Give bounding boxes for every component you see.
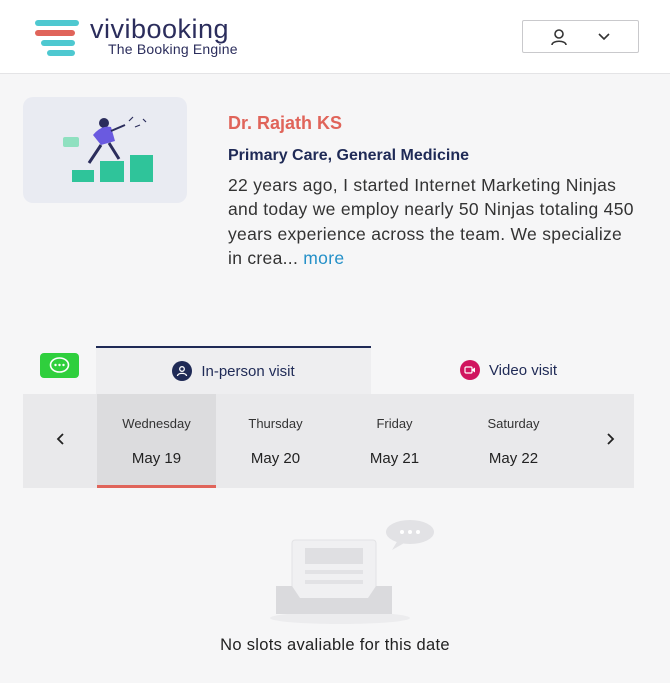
doctor-bio-text: 22 years ago, I started Internet Marketi… <box>228 175 634 269</box>
date-option[interactable]: Friday May 21 <box>335 394 454 488</box>
date-label: May 22 <box>488 450 539 467</box>
tab-in-person-visit[interactable]: In-person visit <box>96 346 371 394</box>
chevron-right-icon <box>607 433 615 445</box>
user-menu-button[interactable] <box>522 20 639 53</box>
date-option[interactable]: Saturday May 22 <box>454 394 573 488</box>
next-dates-button[interactable] <box>596 424 624 454</box>
date-label: May 20 <box>250 450 301 467</box>
empty-inbox-icon <box>260 518 440 628</box>
tab-in-person-label: In-person visit <box>201 362 295 380</box>
date-label: May 19 <box>131 450 182 467</box>
doctor-specialty: Primary Care, General Medicine <box>228 147 469 164</box>
date-weekday: Saturday <box>487 416 540 431</box>
doctor-illustration <box>23 97 187 203</box>
prev-dates-button[interactable] <box>47 424 75 454</box>
app-header: vivibooking The Booking Engine <box>0 0 670 74</box>
tab-video-label: Video visit <box>488 361 558 379</box>
chat-icon <box>49 357 70 373</box>
date-label: May 21 <box>369 450 420 467</box>
date-weekday: Thursday <box>248 416 303 431</box>
date-option[interactable]: Thursday May 20 <box>216 394 335 488</box>
doctor-name: Dr. Rajath KS <box>228 113 343 133</box>
video-icon <box>459 360 480 380</box>
date-weekday: Wednesday <box>122 416 191 431</box>
chevron-left-icon <box>56 433 64 445</box>
empty-state-message: No slots avaliable for this date <box>220 636 450 654</box>
date-option[interactable]: Wednesday May 19 <box>97 394 216 488</box>
doctor-bio: 22 years ago, I started Internet Marketi… <box>228 173 638 271</box>
more-link[interactable]: more <box>303 248 344 268</box>
logo-icon <box>35 20 79 56</box>
date-weekday: Friday <box>376 416 413 431</box>
brand-tagline: The Booking Engine <box>108 41 238 57</box>
chevron-down-icon <box>597 30 611 48</box>
user-icon <box>550 28 568 51</box>
date-selector: Wednesday May 19 Thursday May 20 Friday … <box>23 394 634 488</box>
person-icon <box>172 361 193 381</box>
tab-video-visit[interactable]: Video visit <box>371 346 646 394</box>
chat-button[interactable] <box>40 353 79 378</box>
